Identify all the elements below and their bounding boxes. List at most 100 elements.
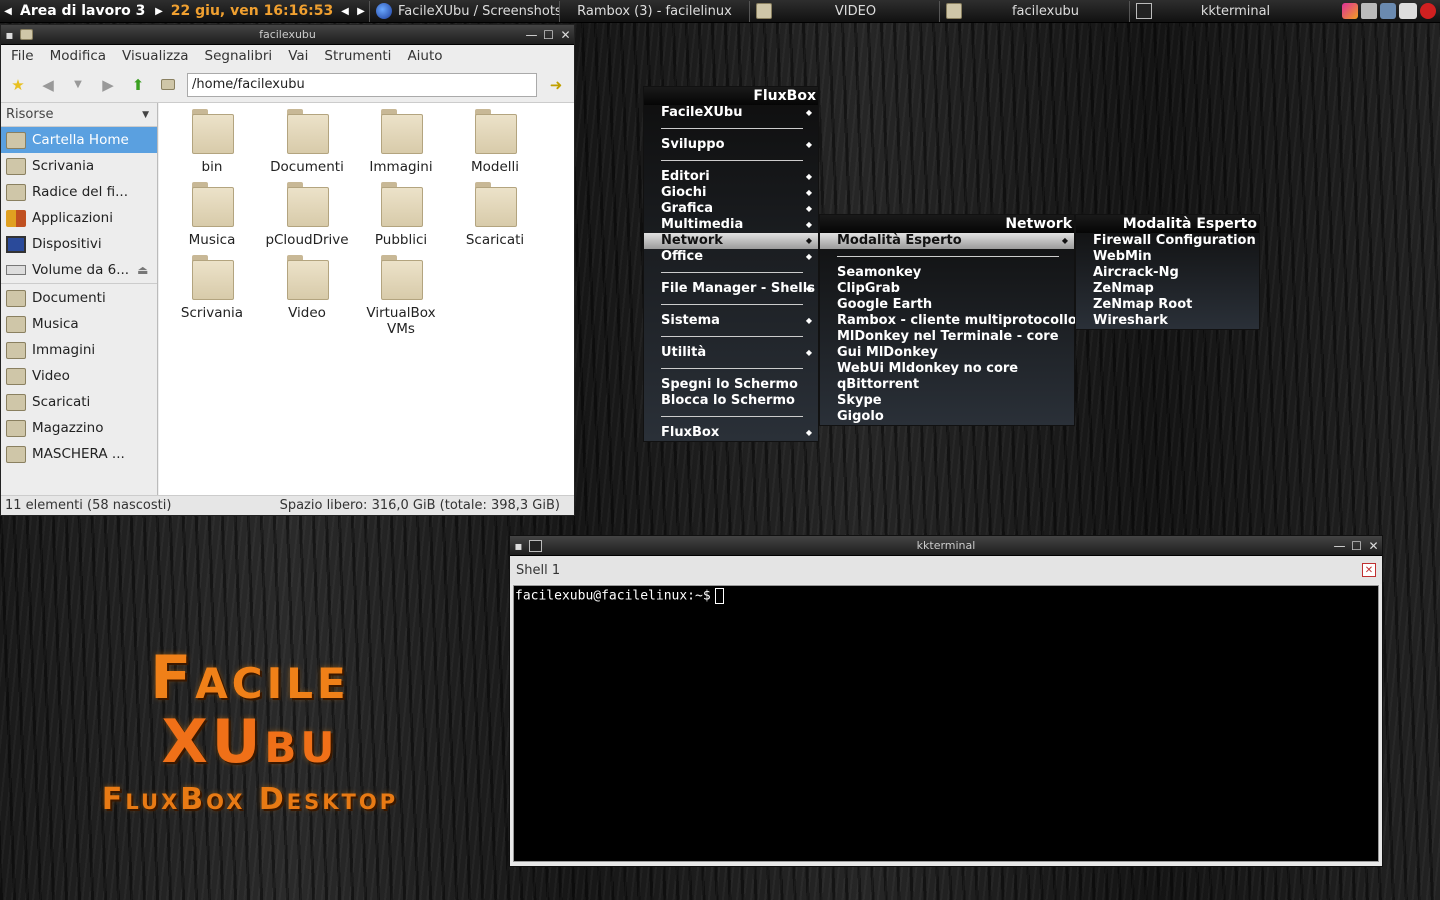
menu-segnalibri[interactable]: Segnalibri xyxy=(197,48,281,64)
file-item[interactable]: Pubblici xyxy=(354,182,448,248)
go-arrow-icon[interactable]: ➜ xyxy=(545,74,567,96)
file-item[interactable]: Video xyxy=(260,255,354,321)
update-icon[interactable] xyxy=(1420,3,1436,19)
sidebar-item-desktop[interactable]: Scrivania xyxy=(1,153,157,179)
menu-item-zenmap[interactable]: ZeNmap xyxy=(1076,281,1259,297)
menu-item-facilexubu[interactable]: FacileXUbu ◆ xyxy=(644,105,818,121)
sidebar-item-documents[interactable]: Documenti xyxy=(1,285,157,311)
next-workspace-arrow[interactable]: ▶ xyxy=(151,6,167,17)
file-item[interactable]: Scaricati xyxy=(448,182,542,248)
menu-item-multimedia[interactable]: Multimedia ◆ xyxy=(644,217,818,233)
menu-item-gui-mldonkey[interactable]: Gui MlDonkey xyxy=(820,345,1074,361)
close-button[interactable]: ✕ xyxy=(557,26,574,43)
menu-item-wireshark[interactable]: Wireshark xyxy=(1076,313,1259,329)
next-window-arrow[interactable]: ▶ xyxy=(353,6,369,17)
file-item[interactable]: Musica xyxy=(165,182,259,248)
location-toggle-icon[interactable] xyxy=(157,74,179,96)
terminal-titlebar[interactable]: ▪ kkterminal — ☐ ✕ xyxy=(510,536,1382,556)
volume-icon[interactable] xyxy=(1361,3,1377,19)
back-arrow-icon[interactable]: ◀ xyxy=(37,74,59,96)
menu-item-aircrack[interactable]: Aircrack-Ng xyxy=(1076,265,1259,281)
menu-item-sistema[interactable]: Sistema ◆ xyxy=(644,313,818,329)
menu-item-modalita-esperto[interactable]: Modalità Esperto ◆ xyxy=(820,233,1074,249)
location-input[interactable]: /home/facilexubu xyxy=(187,72,537,97)
menu-item-giochi[interactable]: Giochi ◆ xyxy=(644,185,818,201)
sidebar-header[interactable]: Risorse ▼ xyxy=(1,103,157,127)
menu-vai[interactable]: Vai xyxy=(280,48,316,64)
minimize-button[interactable]: — xyxy=(1331,537,1348,554)
battery-icon[interactable] xyxy=(1399,3,1417,19)
prev-window-arrow[interactable]: ◀ xyxy=(337,6,353,17)
new-bookmark-icon[interactable]: ★ xyxy=(7,74,29,96)
menu-item-fluxbox[interactable]: FluxBox ◆ xyxy=(644,425,818,441)
menu-item-blocca-schermo[interactable]: Blocca lo Schermo xyxy=(644,393,818,409)
menu-item-editori[interactable]: Editori ◆ xyxy=(644,169,818,185)
eject-icon[interactable]: ⏏ xyxy=(137,263,148,277)
sidebar-item-downloads[interactable]: Scaricati xyxy=(1,389,157,415)
file-item[interactable]: Modelli xyxy=(448,109,542,175)
terminal-screen[interactable]: facilexubu@facilelinux:~$ xyxy=(513,585,1379,862)
sidebar-item-maschera[interactable]: MASCHERA ... xyxy=(1,441,157,467)
sidebar-item-applications[interactable]: Applicazioni xyxy=(1,205,157,231)
menu-item-network[interactable]: Network ◆ xyxy=(644,233,818,249)
sidebar-item-music[interactable]: Musica xyxy=(1,311,157,337)
menu-item-qbittorrent[interactable]: qBittorrent xyxy=(820,377,1074,393)
menu-modifica[interactable]: Modifica xyxy=(42,48,114,64)
file-item[interactable]: Immagini xyxy=(354,109,448,175)
menu-file[interactable]: File xyxy=(3,48,42,64)
menu-item-google-earth[interactable]: Google Earth xyxy=(820,297,1074,313)
window-menu-button[interactable]: ▪ xyxy=(1,26,18,43)
app-tray-icon[interactable] xyxy=(1342,3,1358,19)
menu-item-clipgrab[interactable]: ClipGrab xyxy=(820,281,1074,297)
sidebar-item-volume[interactable]: Volume da 6... ⏏ xyxy=(1,257,157,283)
sidebar-item-pictures[interactable]: Immagini xyxy=(1,337,157,363)
menu-item-mldonkey-terminal[interactable]: MlDonkey nel Terminale - core xyxy=(820,329,1074,345)
sidebar-item-root[interactable]: Radice del fi... xyxy=(1,179,157,205)
workspace-name[interactable]: Area di lavoro 3 xyxy=(16,3,151,19)
file-item[interactable]: Scrivania xyxy=(165,255,259,321)
window-menu-button[interactable]: ▪ xyxy=(510,537,527,554)
maximize-button[interactable]: ☐ xyxy=(540,26,557,43)
menu-item-zenmap-root[interactable]: ZeNmap Root xyxy=(1076,297,1259,313)
history-dropdown-icon[interactable]: ▼ xyxy=(67,74,89,96)
file-item[interactable]: VirtualBox VMs xyxy=(354,255,448,337)
task-kkterminal[interactable]: kkterminal xyxy=(1129,0,1319,22)
close-button[interactable]: ✕ xyxy=(1365,537,1382,554)
menu-aiuto[interactable]: Aiuto xyxy=(399,48,450,64)
menu-item-sviluppo[interactable]: Sviluppo ◆ xyxy=(644,137,818,153)
menu-item-utilita[interactable]: Utilità ◆ xyxy=(644,345,818,361)
minimize-button[interactable]: — xyxy=(523,26,540,43)
task-facilexubu[interactable]: facilexubu xyxy=(939,0,1129,22)
parent-folder-icon[interactable]: ⬆ xyxy=(127,74,149,96)
close-tab-icon[interactable]: ✕ xyxy=(1362,563,1376,577)
sidebar-item-devices[interactable]: Dispositivi xyxy=(1,231,157,257)
file-item[interactable]: Documenti xyxy=(260,109,354,175)
sidebar-item-home[interactable]: Cartella Home xyxy=(1,127,157,153)
task-firefox[interactable]: FacileXUbu / Screenshots xyxy=(369,0,559,22)
sidebar-item-videos[interactable]: Video xyxy=(1,363,157,389)
menu-item-rambox[interactable]: Rambox - cliente multiprotocollo xyxy=(820,313,1077,329)
forward-arrow-icon[interactable]: ▶ xyxy=(97,74,119,96)
menu-item-spegni-schermo[interactable]: Spegni lo Schermo xyxy=(644,377,818,393)
file-item[interactable]: bin xyxy=(165,109,259,175)
maximize-button[interactable]: ☐ xyxy=(1348,537,1365,554)
tab-shell-1[interactable]: Shell 1 xyxy=(516,563,560,578)
menu-item-webmin[interactable]: WebMin xyxy=(1076,249,1259,265)
menu-item-office[interactable]: Office ◆ xyxy=(644,249,818,265)
menu-item-seamonkey[interactable]: Seamonkey xyxy=(820,265,1074,281)
menu-item-grafica[interactable]: Grafica ◆ xyxy=(644,201,818,217)
prev-workspace-arrow[interactable]: ◀ xyxy=(0,6,16,17)
menu-item-skype[interactable]: Skype xyxy=(820,393,1074,409)
file-manager-titlebar[interactable]: ▪ facilexubu — ☐ ✕ xyxy=(1,25,574,45)
file-item[interactable]: pCloudDrive xyxy=(260,182,354,248)
menu-item-firewall[interactable]: Firewall Configuration xyxy=(1076,233,1259,249)
menu-strumenti[interactable]: Strumenti xyxy=(316,48,399,64)
network-icon[interactable] xyxy=(1380,3,1396,19)
menu-item-webui-mldonkey[interactable]: WebUi Mldonkey no core xyxy=(820,361,1074,377)
task-video[interactable]: VIDEO xyxy=(749,0,939,22)
menu-visualizza[interactable]: Visualizza xyxy=(114,48,197,64)
task-rambox[interactable]: Rambox (3) - facilelinux xyxy=(559,0,749,22)
sidebar-item-magazzino[interactable]: Magazzino xyxy=(1,415,157,441)
menu-item-file-manager-shells[interactable]: File Manager - Shells ◆ xyxy=(644,281,818,297)
menu-item-gigolo[interactable]: Gigolo xyxy=(820,409,1074,425)
